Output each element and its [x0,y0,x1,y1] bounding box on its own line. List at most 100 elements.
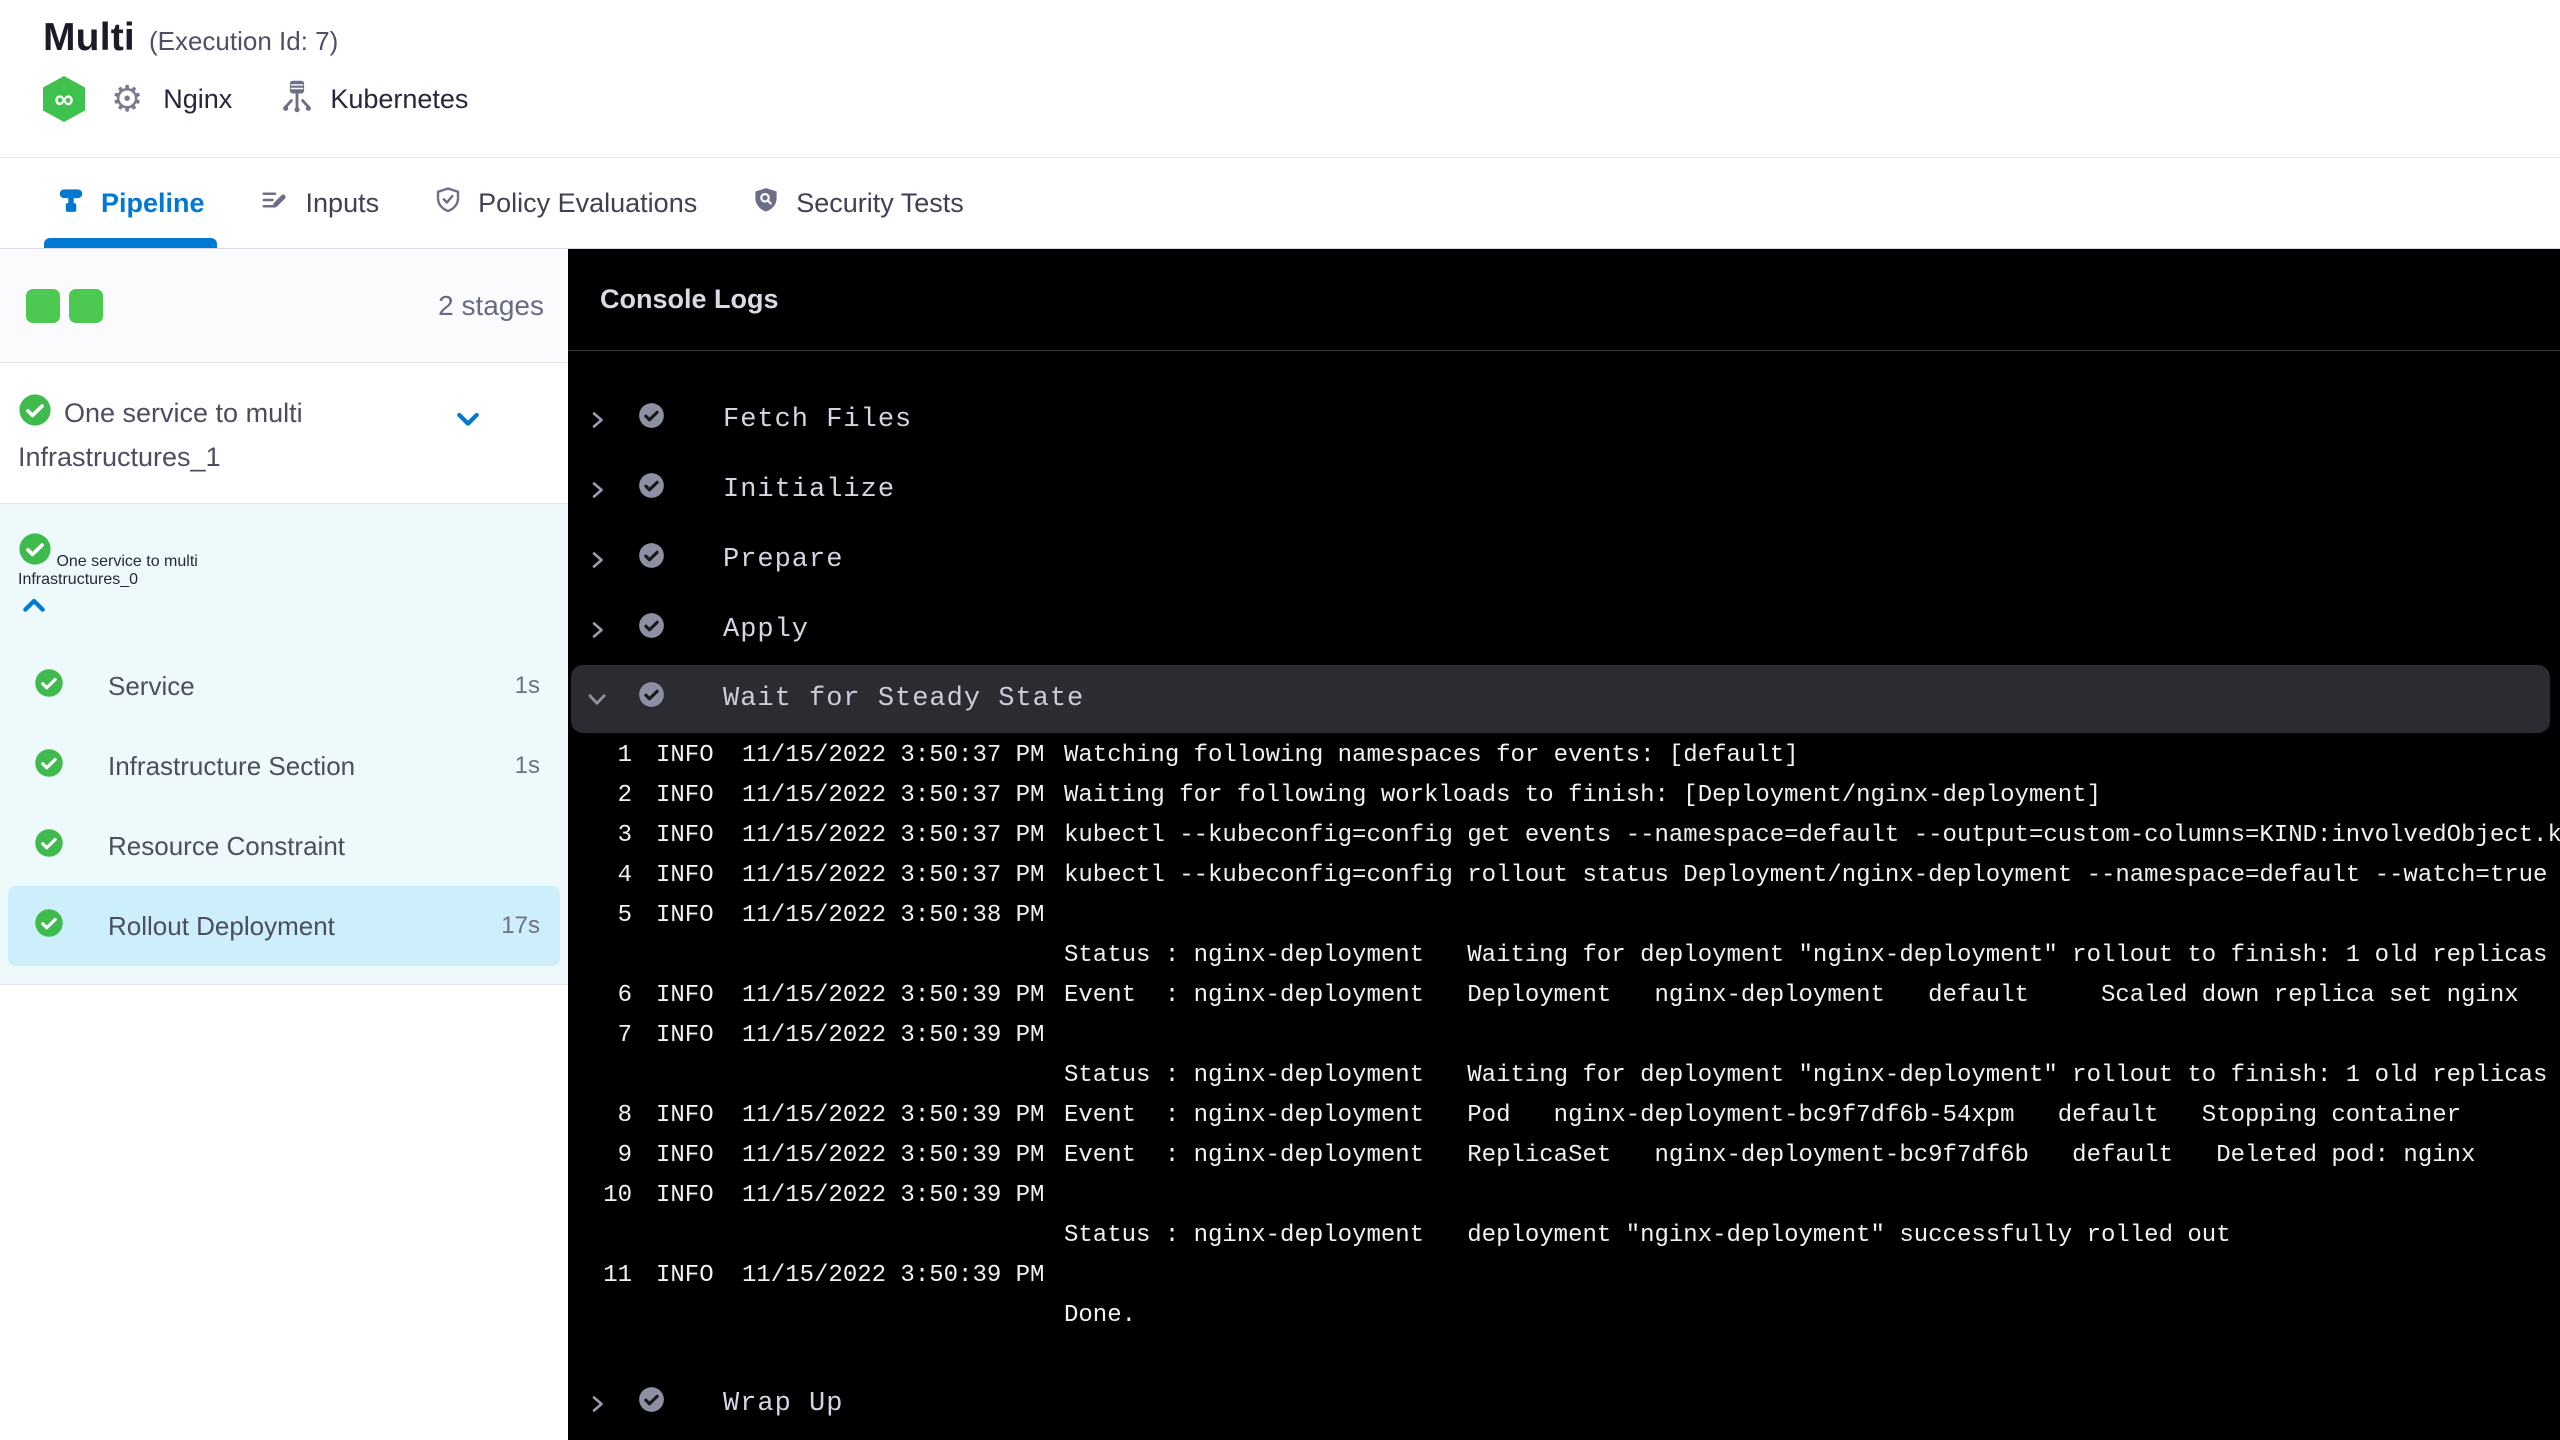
log-timestamp: 11/15/2022 3:50:39 PM [742,1021,1045,1049]
title-row: Multi (Execution Id: 7) [0,0,2560,60]
stage-name-line1: One service to multi [56,553,198,570]
log-level: INFO [656,981,714,1009]
log-level: INFO [656,1101,714,1129]
log-message: Status : nginx-deployment Waiting for de… [1064,941,2548,969]
log-timestamp: 11/15/2022 3:50:37 PM [742,861,1045,889]
log-row: 10 INFO 11/15/2022 3:50:39 PM [568,1175,2560,1215]
chevron-down-icon[interactable] [584,686,610,712]
console-step-prepare[interactable]: Prepare [568,525,2560,595]
pipeline-step-service[interactable]: Service 1s [0,646,568,726]
service-name[interactable]: Nginx [163,84,232,115]
log-timestamp: 11/15/2022 3:50:38 PM [742,901,1045,929]
success-check-icon [35,908,63,937]
log-timestamp: 11/15/2022 3:50:37 PM [742,741,1045,769]
execution-id: (Execution Id: 7) [148,26,339,56]
log-message: Event : nginx-deployment Deployment ngin… [1064,981,2519,1009]
step-success-check-icon [639,403,664,428]
log-line-number: 10 [603,1181,632,1209]
log-line-number: 8 [617,1101,632,1129]
log-timestamp: 11/15/2022 3:50:37 PM [742,821,1045,849]
log-timestamp: 11/15/2022 3:50:39 PM [742,1101,1045,1129]
log-line-number: 1 [617,741,632,769]
pipeline-step-rollout-deployment[interactable]: Rollout Deployment 17s [8,886,560,966]
chevron-right-icon[interactable] [584,1392,610,1416]
tab-label: Policy Evaluations [478,187,698,218]
log-line-number: 2 [617,781,632,809]
console-step-wait-for-steady-state[interactable]: Wait for Steady State [571,665,2550,733]
tab-pipeline[interactable]: Pipeline [44,158,217,248]
step-success-icon [638,542,665,578]
log-message: Waiting for following workloads to finis… [1064,781,2101,809]
active-tab-underline [44,238,217,248]
inputs-edit-icon [259,185,291,222]
log-line-number: 3 [617,821,632,849]
console-step-label: Wrap Up [723,1389,844,1419]
log-level: INFO [656,781,714,809]
stage-name-line1: One service to multi [64,398,303,428]
console-logs-panel: Console Logs Fetch Files Initialize Prepar… [568,249,2560,1440]
log-timestamp: 11/15/2022 3:50:39 PM [742,981,1045,1009]
log-message: Watching following namespaces for events… [1064,741,1799,769]
stages-sidebar: 2 stages One service to multi Infrastruc… [0,249,568,1440]
service-infra-row: ∞ ⚙ Nginx Kubernetes [0,76,2560,122]
chevron-right-icon [592,1396,603,1412]
console-step-apply[interactable]: Apply [568,595,2560,665]
step-duration: 1s [514,672,540,699]
success-check-icon [19,533,51,565]
chevron-right-icon [592,482,603,498]
chevron-right-icon [592,412,603,428]
console-step-fetch-files[interactable]: Fetch Files [568,385,2560,455]
stage-item-infrastructures-1[interactable]: One service to multi Infrastructures_1 [0,363,568,504]
log-row: Status : nginx-deployment Waiting for de… [568,1055,2560,1095]
success-check-icon [34,668,86,705]
log-message: kubectl --kubeconfig=config rollout stat… [1064,861,2548,889]
tab-inputs[interactable]: Inputs [259,158,379,248]
log-row: 6 INFO 11/15/2022 3:50:39 PM Event : nginx-… [568,975,2560,1015]
console-step-wrap-up[interactable]: Wrap Up [568,1369,2560,1439]
log-message: Done. [1064,1301,1137,1329]
log-row: Status : nginx-deployment deployment "ng… [568,1215,2560,1255]
log-timestamp: 11/15/2022 3:50:39 PM [742,1141,1045,1169]
stages-summary: 2 stages [0,249,568,363]
stage-name-line2: Infrastructures_0 [18,571,139,588]
step-success-check-icon [639,543,664,568]
chevron-down-icon[interactable] [452,403,484,440]
log-line-number: 5 [617,901,632,929]
console-step-initialize[interactable]: Initialize [568,455,2560,525]
chevron-right-icon[interactable] [584,478,610,502]
log-row: 8 INFO 11/15/2022 3:50:39 PM Event : nginx-… [568,1095,2560,1135]
step-success-check-icon [639,1387,664,1412]
stage-status-square [69,288,103,323]
tab-label: Security Tests [796,187,964,218]
kubernetes-icon [280,78,314,121]
log-message: Status : nginx-deployment Waiting for de… [1064,1061,2548,1089]
stage-success-icon [18,393,52,434]
pipeline-step-infrastructure-section[interactable]: Infrastructure Section 1s [0,726,568,806]
chevron-right-icon[interactable] [584,408,610,432]
step-success-icon [638,612,665,648]
console-step-label: Fetch Files [723,405,913,435]
page-header: Multi (Execution Id: 7) ∞ ⚙ Nginx Kubern… [0,0,2560,158]
page-title: Multi [43,16,135,59]
infrastructure-name[interactable]: Kubernetes [330,84,468,115]
step-label: Infrastructure Section [108,750,356,781]
step-success-icon [638,402,665,438]
pipeline-step-resource-constraint[interactable]: Resource Constraint [0,806,568,886]
harness-cd-icon: ∞ [43,76,85,122]
log-line-number: 11 [603,1261,632,1289]
chevron-up-icon[interactable] [18,598,50,625]
success-check-icon [35,828,63,857]
log-lines: 1 INFO 11/15/2022 3:50:37 PM Watching follo… [568,733,2560,1335]
stage-header[interactable]: One service to multi Infrastructures_0 [0,504,568,646]
step-duration: 1s [514,752,540,779]
tab-policy-evaluations[interactable]: Policy Evaluations [433,158,697,248]
console-steps-after: Wrap Up [568,1369,2560,1439]
tab-security-tests[interactable]: Security Tests [751,158,964,248]
console-logs-title: Console Logs [568,249,2560,351]
chevron-right-icon[interactable] [584,548,610,572]
chevron-right-icon [592,552,603,568]
console-step-label: Wait for Steady State [723,684,1085,714]
log-line-number: 4 [617,861,632,889]
chevron-right-icon[interactable] [584,618,610,642]
log-message: kubectl --kubeconfig=config get events -… [1064,821,2560,849]
